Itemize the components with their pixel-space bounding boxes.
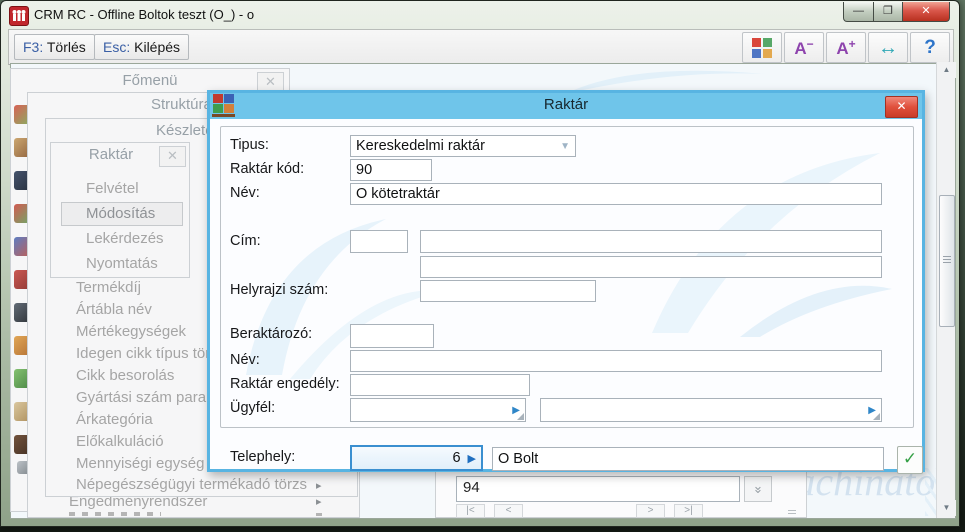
menu-item-gyartasi-szam[interactable]: Gyártási szám paran: [76, 389, 214, 406]
cim-line1-input[interactable]: [420, 230, 882, 253]
menu-item-felvetel[interactable]: Felvétel: [86, 180, 139, 197]
nav-next-button[interactable]: >: [636, 504, 665, 518]
beraktarozo-label: Beraktározó:: [230, 326, 313, 342]
exit-button[interactable]: Esc: Kilépés: [94, 34, 190, 60]
confirm-check-button[interactable]: ✓: [897, 446, 923, 474]
menu-item-idegen-cikk[interactable]: Idegen cikk típus tör: [76, 345, 210, 362]
menu-item-partial[interactable]: [69, 512, 161, 516]
vertical-scrollbar[interactable]: ▲ ▼: [936, 62, 956, 518]
helyrajzi-input[interactable]: [420, 280, 596, 302]
record-window: 94 ⌄ ⌄ |< < > >|: [435, 472, 807, 518]
menu-item-cikk-besorolas[interactable]: Cikk besorolás: [76, 367, 174, 384]
font-decrease-icon[interactable]: A−: [784, 32, 824, 63]
cim-line2-input[interactable]: [420, 256, 882, 278]
scroll-down-icon[interactable]: ▼: [937, 500, 956, 516]
close-button[interactable]: ✕: [903, 2, 950, 22]
resize-grip-icon[interactable]: [788, 510, 796, 515]
nav-first-button[interactable]: |<: [456, 504, 485, 518]
submenu-arrow-icon: ▸: [316, 480, 322, 492]
telephely-code-input[interactable]: 6 ▶: [350, 445, 483, 471]
beraktarozo-input[interactable]: [350, 324, 434, 348]
raktar-kod-input[interactable]: 90: [350, 159, 432, 181]
ugyfel-label: Ügyfél:: [230, 400, 276, 416]
lookup-arrow-icon: ▶: [467, 452, 476, 465]
chevron-down-icon: ▼: [560, 140, 570, 152]
nev2-label: Név:: [230, 352, 260, 368]
menu-item-arkategoria[interactable]: Árkategória: [76, 411, 153, 428]
scrollbar-thumb[interactable]: [939, 195, 955, 327]
submenu-arrow-partial-icon: [316, 513, 322, 516]
raktar-engedely-input[interactable]: [350, 374, 530, 396]
desktop: CRM RC - Offline Boltok teszt (O_) - o —…: [0, 0, 965, 532]
tipus-dropdown[interactable]: Kereskedelmi raktár ▼: [350, 135, 576, 157]
menu-item-nepegeszsegugyi[interactable]: Népegészségügyi termékadó törzs: [76, 476, 307, 493]
menu-item-artabla-nev[interactable]: Ártábla név: [76, 301, 152, 318]
nev-label: Név:: [230, 185, 260, 201]
resize-width-icon[interactable]: ↔: [868, 32, 908, 63]
window-title: CRM RC - Offline Boltok teszt (O_) - o: [34, 7, 255, 22]
ugyfel-code-lookup[interactable]: ▶: [350, 398, 526, 422]
menu-item-elokalkulacio[interactable]: Előkalkuláció: [76, 433, 164, 450]
delete-button[interactable]: F3: Törlés: [14, 34, 95, 60]
raktar-dialog: Raktár ✕ Tipus: Kereskedelmi raktár ▼ Rak…: [207, 90, 925, 474]
telephely-label: Telephely:: [230, 449, 296, 465]
app-titlebar[interactable]: CRM RC - Offline Boltok teszt (O_) - o —…: [1, 1, 959, 29]
thumb-grip-icon: [943, 256, 951, 264]
menu-item-nyomtatas[interactable]: Nyomtatás: [86, 255, 158, 272]
menu-item-mertekegysegek[interactable]: Mértékegységek: [76, 323, 186, 340]
record-count-input[interactable]: 94: [456, 476, 740, 502]
cim-label: Cím:: [230, 233, 261, 249]
raktar-engedely-label: Raktár engedély:: [230, 376, 340, 392]
resize-grip-icon: [517, 413, 524, 420]
app-logo-icon: [9, 6, 29, 26]
nev-input[interactable]: O kötetraktár: [350, 183, 882, 205]
dialog-titlebar[interactable]: Raktár ✕: [210, 93, 922, 119]
nav-prev-button[interactable]: <: [494, 504, 523, 518]
helyrajzi-label: Helyrajzi szám:: [230, 282, 329, 298]
resize-grip-icon: [873, 413, 880, 420]
tipus-label: Tipus:: [230, 137, 269, 153]
menu-item-mennyisegi-egyseg[interactable]: Mennyiségi egység: [76, 455, 204, 472]
dialog-close-icon[interactable]: ✕: [885, 96, 918, 118]
dialog-title: Raktár: [543, 96, 589, 113]
toolbar: F3: Törlés Esc: Kilépés A− A+ ↔ ?: [8, 29, 954, 65]
nev2-input[interactable]: [350, 350, 882, 372]
ugyfel-name-lookup[interactable]: ▶: [540, 398, 882, 422]
cim-zip-input[interactable]: [350, 230, 408, 253]
raktar-kod-label: Raktár kód:: [230, 161, 305, 177]
collapse-chevron-icon[interactable]: ⌄ ⌄: [744, 476, 772, 502]
font-increase-icon[interactable]: A+: [826, 32, 866, 63]
scroll-up-icon[interactable]: ▲: [937, 62, 956, 78]
menu-item-lekerdezes[interactable]: Lekérdezés: [86, 230, 164, 247]
help-icon[interactable]: ?: [910, 32, 950, 63]
menu-item-termekdij[interactable]: Termékdíj: [76, 279, 141, 296]
nav-last-button[interactable]: >|: [674, 504, 703, 518]
minimize-button[interactable]: —: [843, 2, 874, 22]
raktar-menu-window: Raktár ✕ Felvétel Módosítás Lekérdezés N…: [50, 142, 190, 278]
menu-item-modositas[interactable]: Módosítás: [86, 205, 155, 222]
color-squares-icon[interactable]: [742, 32, 782, 63]
raktar-menu-close-icon[interactable]: ✕: [159, 146, 186, 167]
telephely-name-input[interactable]: O Bolt: [492, 447, 884, 471]
maximize-button[interactable]: ❐: [874, 2, 903, 22]
